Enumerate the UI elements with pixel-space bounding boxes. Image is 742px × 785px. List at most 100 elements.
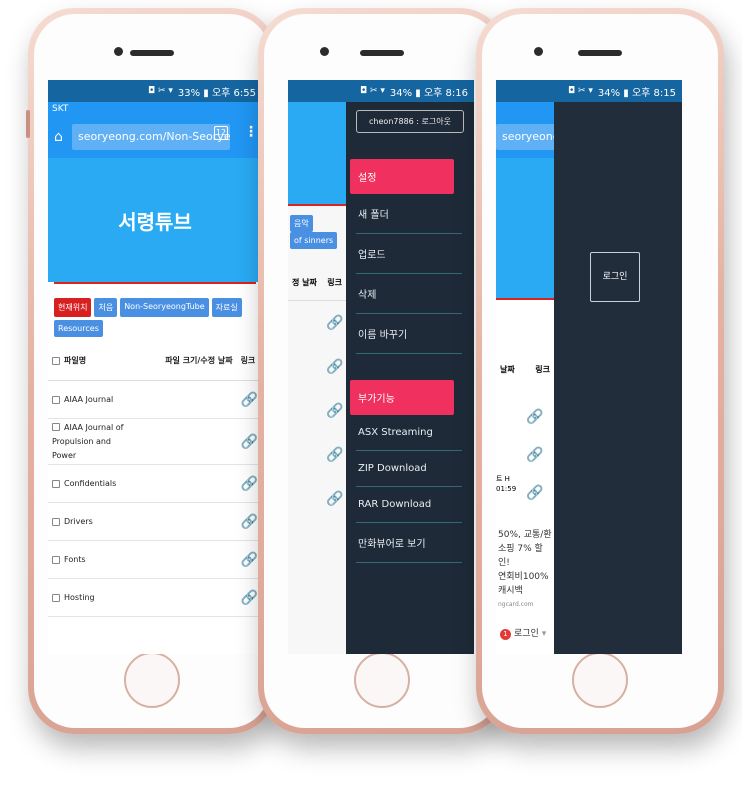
home-button[interactable] bbox=[124, 652, 180, 708]
row-checkbox[interactable] bbox=[52, 479, 60, 488]
table-header: 파일명 파일 크기/수정 날짜 링크 bbox=[48, 341, 262, 381]
peek-date: 트 H 01:59 bbox=[496, 475, 517, 493]
column-filename: 파일명 bbox=[64, 356, 87, 365]
link-icon[interactable]: 🔗 bbox=[241, 590, 258, 606]
path-resources-button[interactable]: Resources bbox=[54, 320, 103, 337]
table-row[interactable]: Confidentials 🔗 bbox=[48, 464, 262, 503]
home-icon[interactable]: ⌂ bbox=[54, 129, 63, 145]
link-icon: 🔗 bbox=[326, 447, 344, 463]
status-time: 33% ▮ 오후 6:55 bbox=[177, 87, 256, 99]
notification-icons: ◘ ✂ ▾ bbox=[147, 86, 173, 96]
divider bbox=[496, 298, 554, 300]
column-size-date: 파일 크기/수정 날짜 bbox=[165, 356, 233, 365]
overflow-menu-icon[interactable]: ⋮ bbox=[244, 124, 258, 140]
home-button[interactable] bbox=[572, 652, 628, 708]
link-icon: 🔗 bbox=[326, 403, 344, 419]
path-library-button[interactable]: 자료실 bbox=[211, 298, 242, 317]
peek-table-header: 날짜 링크 bbox=[496, 364, 554, 375]
menu-delete[interactable]: 삭제 bbox=[356, 274, 462, 314]
row-checkbox[interactable] bbox=[52, 395, 60, 404]
phone3-screen: ◘ ✂ ▾ 34% ▮ 오후 8:15 seoryeong.com 7 ⋮ 날짜… bbox=[496, 80, 682, 654]
link-icon[interactable]: 🔗 bbox=[241, 392, 258, 408]
carrier-label: SKT bbox=[52, 104, 69, 114]
background-page-peek: 음악 of sinners 정 날짜 링크 🔗 🔗 🔗 🔗 🔗 bbox=[288, 102, 346, 654]
status-time: 34% ▮ 오후 8:16 bbox=[389, 87, 468, 99]
column-link: 링크 bbox=[240, 356, 256, 365]
menu-upload[interactable]: 업로드 bbox=[356, 234, 462, 274]
select-all-checkbox[interactable] bbox=[52, 356, 60, 365]
menu-new-folder[interactable]: 새 폴더 bbox=[356, 194, 462, 234]
ad-line: ngcard.com bbox=[498, 601, 534, 608]
menu-asx-streaming[interactable]: ASX Streaming bbox=[356, 415, 462, 451]
path-root-button[interactable]: 처음 bbox=[94, 298, 118, 317]
file-name[interactable]: Fonts bbox=[64, 555, 86, 564]
menu-zip-download[interactable]: ZIP Download bbox=[356, 451, 462, 487]
notification-icons: ◘ ✂ ▾ bbox=[567, 86, 593, 96]
menu-rar-download[interactable]: RAR Download bbox=[356, 487, 462, 523]
bottom-login-label: 로그인 bbox=[514, 629, 539, 639]
notification-icons: ◘ ✂ ▾ bbox=[359, 86, 385, 96]
link-icon[interactable]: 🔗 bbox=[241, 552, 258, 568]
section-extras: 부가기능 bbox=[350, 380, 454, 415]
bottom-login-link[interactable]: 1 로그인 ▾ bbox=[500, 626, 546, 640]
row-checkbox[interactable] bbox=[52, 555, 60, 564]
table-row[interactable]: Drivers 🔗 bbox=[48, 502, 262, 541]
browser-toolbar: SKT ⌂ seoryeong.com/Non-Seorye 12 ⋮ bbox=[48, 102, 262, 158]
home-button[interactable] bbox=[354, 652, 410, 708]
login-panel: 로그인 bbox=[554, 102, 682, 654]
link-icon[interactable]: 🔗 bbox=[241, 434, 258, 450]
row-checkbox[interactable] bbox=[52, 593, 60, 602]
section-settings: 설정 bbox=[350, 159, 454, 194]
login-button[interactable]: 로그인 bbox=[590, 252, 640, 302]
advertisement[interactable]: 50%, 교통/환 소핑 7% 할인! 연회비100% 캐시백 ngcard.c… bbox=[496, 524, 554, 610]
phone1-screen: ◘ ✂ ▾ 33% ▮ 오후 6:55 SKT ⌂ seoryeong.com/… bbox=[48, 80, 262, 654]
file-name[interactable]: AIAA Journal bbox=[64, 395, 113, 404]
path-current-button[interactable]: 현재위치 bbox=[54, 298, 92, 317]
menu-rename[interactable]: 이름 바꾸기 bbox=[356, 314, 462, 354]
link-icon[interactable]: 🔗 bbox=[241, 476, 258, 492]
front-camera bbox=[114, 47, 123, 56]
file-name[interactable]: Confidentials bbox=[64, 479, 116, 488]
row-checkbox[interactable] bbox=[52, 517, 60, 526]
status-time: 34% ▮ 오후 8:15 bbox=[597, 87, 676, 99]
table-row[interactable]: AIAA Journal 🔗 bbox=[48, 380, 262, 419]
front-camera bbox=[320, 47, 329, 56]
file-name[interactable]: AIAA Journal of Propulsion and Power bbox=[52, 423, 123, 460]
table-row[interactable]: Fonts 🔗 bbox=[48, 540, 262, 579]
earpiece-speaker bbox=[578, 50, 622, 56]
earpiece-speaker bbox=[360, 50, 404, 56]
link-icon: 🔗 bbox=[526, 409, 544, 425]
file-table: 파일명 파일 크기/수정 날짜 링크 AIAA Journal 🔗 AIAA J… bbox=[48, 341, 262, 617]
link-icon[interactable]: 🔗 bbox=[241, 514, 258, 530]
site-title: 서령튜브 bbox=[118, 209, 192, 234]
tab-count-button[interactable]: 12 bbox=[214, 126, 228, 140]
file-name[interactable]: Hosting bbox=[64, 593, 95, 602]
peek-banner bbox=[496, 158, 554, 298]
peek-path-button: of sinners bbox=[290, 232, 338, 249]
logout-button[interactable]: cheon7886 : 로그아웃 bbox=[356, 110, 464, 133]
ad-line: 캐시백 bbox=[498, 586, 523, 596]
link-icon: 🔗 bbox=[526, 447, 544, 463]
peek-column-link: 링크 bbox=[535, 365, 550, 374]
phone2-screen: ◘ ✂ ▾ 34% ▮ 오후 8:16 음악 of sinners 정 날짜 링… bbox=[288, 80, 474, 654]
peek-path-button: 음악 bbox=[290, 215, 313, 232]
link-icon: 🔗 bbox=[326, 315, 344, 331]
url-bar[interactable]: seoryeong.com/Non-Seorye bbox=[72, 124, 230, 150]
earpiece-speaker bbox=[130, 50, 174, 56]
peek-column-date: 날짜 bbox=[500, 365, 515, 374]
chevron-down-icon: ▾ bbox=[541, 629, 547, 639]
peek-link-column: 🔗 🔗 🔗 bbox=[526, 398, 543, 512]
ad-line: 연회비100% bbox=[498, 572, 549, 582]
notification-badge: 1 bbox=[500, 629, 511, 640]
table-row[interactable]: AIAA Journal of Propulsion and Power 🔗 bbox=[48, 418, 262, 465]
link-icon: 🔗 bbox=[526, 485, 544, 501]
status-bar: ◘ ✂ ▾ 34% ▮ 오후 8:15 bbox=[496, 80, 682, 102]
link-icon: 🔗 bbox=[326, 491, 344, 507]
file-name[interactable]: Drivers bbox=[64, 517, 93, 526]
row-checkbox[interactable] bbox=[52, 423, 60, 431]
path-nonseoryeong-button[interactable]: Non-SeoryeongTube bbox=[120, 298, 209, 317]
menu-comic-viewer[interactable]: 만화뷰어로 보기 bbox=[356, 523, 462, 563]
table-row[interactable]: Hosting 🔗 bbox=[48, 578, 262, 617]
front-camera bbox=[534, 47, 543, 56]
peek-column-link: 링크 bbox=[327, 278, 342, 287]
